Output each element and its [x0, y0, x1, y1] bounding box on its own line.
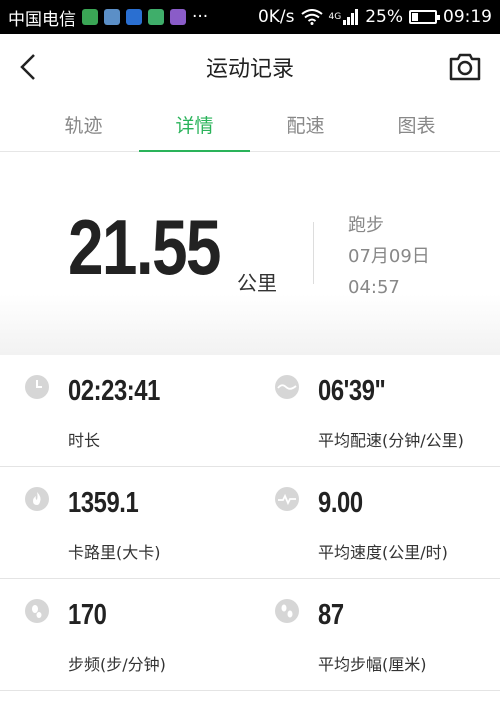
- stat-value: 1359.1: [68, 487, 139, 519]
- stats-row: 1359.1 卡路里(大卡) 9.00 平均速度(公里/时): [0, 467, 500, 579]
- more-notifications-icon: ···: [192, 7, 209, 27]
- battery-level-fill: [412, 13, 418, 21]
- activity-type: 跑步: [348, 215, 384, 236]
- app-notification-icon: [104, 9, 120, 25]
- chevron-left-icon[interactable]: [14, 51, 46, 83]
- distance-value: 21.55: [68, 203, 222, 291]
- stat-value: 9.00: [318, 487, 363, 519]
- stat-value: 02:23:41: [68, 375, 160, 407]
- stat-value: 87: [318, 599, 344, 631]
- battery-icon: [409, 10, 440, 24]
- run-start-time: 04:57: [348, 277, 400, 298]
- speed-icon: [275, 487, 299, 511]
- clock-time: 09:19: [443, 7, 492, 27]
- stat-calories: 1359.1 卡路里(大卡): [0, 467, 250, 579]
- page-title: 运动记录: [205, 57, 294, 82]
- distance-unit: 公里: [237, 271, 277, 295]
- stat-avg-pace: 06'39" 平均配速(分钟/公里): [250, 355, 500, 467]
- stat-label: 卡路里(大卡): [68, 543, 161, 562]
- stat-value: 170: [68, 599, 107, 631]
- stat-avg-stride: 87 平均步幅(厘米): [250, 579, 500, 691]
- tab-details[interactable]: 详情: [139, 100, 250, 152]
- pace-icon: [275, 375, 299, 399]
- stats-row: 02:23:41 时长 06'39" 平均配速(分钟/公里): [0, 355, 500, 467]
- status-bar: 中国电信 ··· 0K/s 4G 25% 09:19: [0, 0, 500, 34]
- run-meta: 跑步 07月09日 04:57: [348, 210, 430, 303]
- stat-label: 平均配速(分钟/公里): [318, 431, 464, 450]
- stat-label: 步频(步/分钟): [68, 655, 166, 674]
- carrier-label: 中国电信: [8, 9, 76, 30]
- gallery-app-icon: [170, 9, 186, 25]
- summary-divider: [313, 222, 314, 284]
- stat-value: 06'39": [318, 375, 386, 407]
- tab-track[interactable]: 轨迹: [28, 100, 139, 151]
- wifi-icon: [300, 9, 323, 25]
- camera-icon[interactable]: [448, 50, 482, 84]
- stat-avg-speed: 9.00 平均速度(公里/时): [250, 467, 500, 579]
- shield-app-icon: [148, 9, 164, 25]
- stats-grid: 02:23:41 时长 06'39" 平均配速(分钟/公里) 1359.1 卡路…: [0, 355, 500, 711]
- stat-cadence: 170 步频(步/分钟): [0, 579, 250, 691]
- stat-label: 平均步幅(厘米): [318, 655, 427, 674]
- signal-icon: [343, 9, 359, 25]
- run-summary: 21.55 公里 跑步 07月09日 04:57: [0, 152, 500, 355]
- clock-icon: [25, 375, 49, 399]
- app-header: 运动记录: [0, 34, 500, 100]
- stats-row: 170 步频(步/分钟) 87 平均步幅(厘米): [0, 579, 500, 691]
- run-date: 07月09日: [348, 246, 430, 267]
- network-speed: 0K/s: [257, 7, 295, 27]
- tab-charts[interactable]: 图表: [361, 100, 472, 151]
- network-type: 4G: [328, 12, 342, 22]
- tab-pace[interactable]: 配速: [250, 100, 361, 151]
- stride-icon: [275, 599, 299, 623]
- stat-label: 平均速度(公里/时): [318, 543, 448, 562]
- footprint-icon: [25, 599, 49, 623]
- tab-bar: 轨迹 详情 配速 图表: [0, 100, 500, 152]
- stat-duration: 02:23:41 时长: [0, 355, 250, 467]
- stat-label: 时长: [68, 431, 101, 450]
- battery-percent: 25%: [365, 7, 403, 27]
- app-notification-icon: [82, 9, 98, 25]
- flame-icon: [25, 487, 49, 511]
- anchor-app-icon: [126, 9, 142, 25]
